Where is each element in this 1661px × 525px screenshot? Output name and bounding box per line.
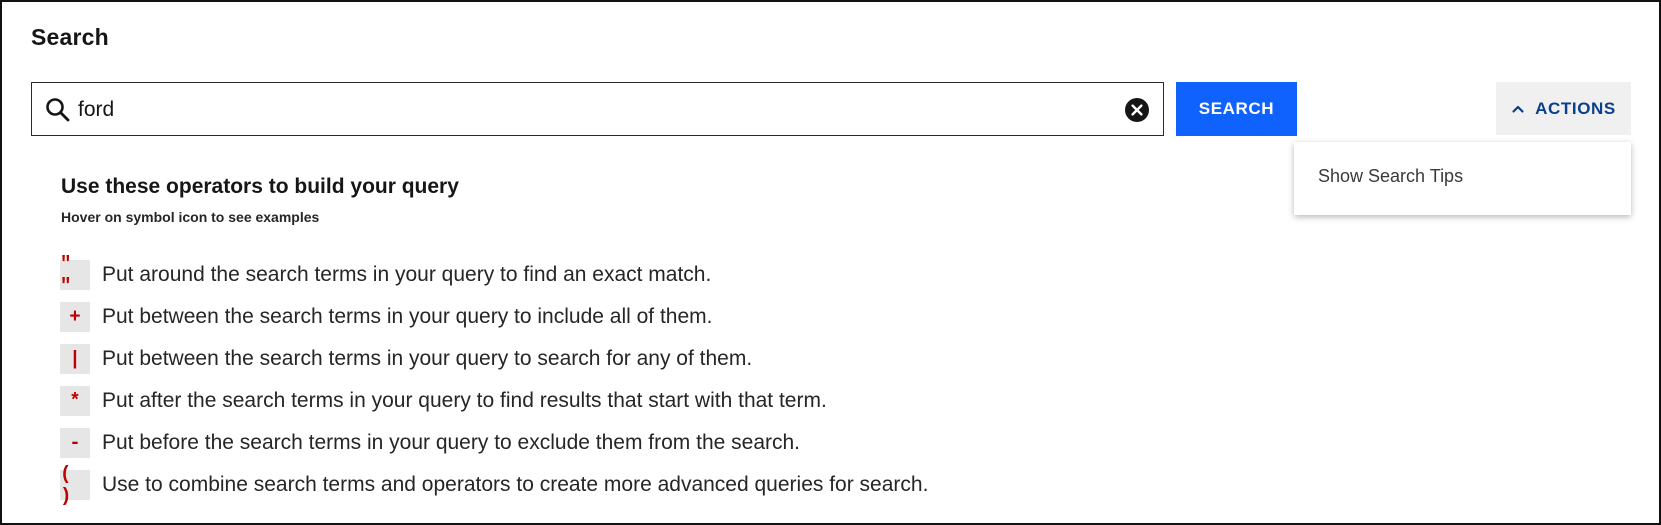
operator-list: " " Put around the search terms in your …	[60, 253, 929, 507]
list-item: | Put between the search terms in your q…	[60, 338, 928, 380]
tips-heading: Use these operators to build your query	[61, 175, 459, 198]
operator-description: Put between the search terms in your que…	[102, 347, 753, 370]
search-input[interactable]	[78, 92, 1098, 128]
actions-menu: Show Search Tips	[1294, 142, 1631, 215]
menu-item-show-search-tips[interactable]: Show Search Tips	[1318, 166, 1463, 187]
list-item: + Put between the search terms in your q…	[60, 296, 928, 338]
close-circle-icon[interactable]	[1124, 97, 1150, 123]
operator-description: Put after the search terms in your query…	[102, 389, 827, 412]
list-item: ( ) Use to combine search terms and oper…	[60, 463, 929, 507]
operator-symbol-quotes[interactable]: " "	[60, 253, 90, 297]
operator-symbol-plus[interactable]: +	[60, 302, 90, 332]
operator-description: Put between the search terms in your que…	[102, 305, 713, 328]
search-panel: Search SEARCH ACTIONS Show Search Tips U…	[0, 0, 1661, 525]
list-item: * Put after the search terms in your que…	[60, 380, 928, 422]
list-item: " " Put around the search terms in your …	[60, 253, 928, 297]
operator-symbol-asterisk[interactable]: *	[60, 386, 90, 416]
operator-symbol-minus[interactable]: -	[60, 428, 90, 458]
chevron-up-icon	[1512, 105, 1524, 113]
search-icon	[46, 98, 70, 122]
actions-button[interactable]: ACTIONS	[1496, 82, 1631, 135]
operator-description: Use to combine search terms and operator…	[102, 473, 929, 496]
actions-label: ACTIONS	[1535, 98, 1616, 118]
list-item: - Put before the search terms in your qu…	[60, 422, 928, 464]
page-title: Search	[31, 24, 109, 50]
search-box[interactable]	[31, 82, 1164, 136]
tips-subheading: Hover on symbol icon to see examples	[61, 209, 320, 225]
operator-description: Put before the search terms in your quer…	[102, 431, 801, 454]
operator-description: Put around the search terms in your quer…	[102, 263, 712, 286]
operator-symbol-pipe[interactable]: |	[60, 344, 90, 374]
search-button[interactable]: SEARCH	[1176, 82, 1297, 136]
operator-symbol-parentheses[interactable]: ( )	[60, 463, 90, 507]
